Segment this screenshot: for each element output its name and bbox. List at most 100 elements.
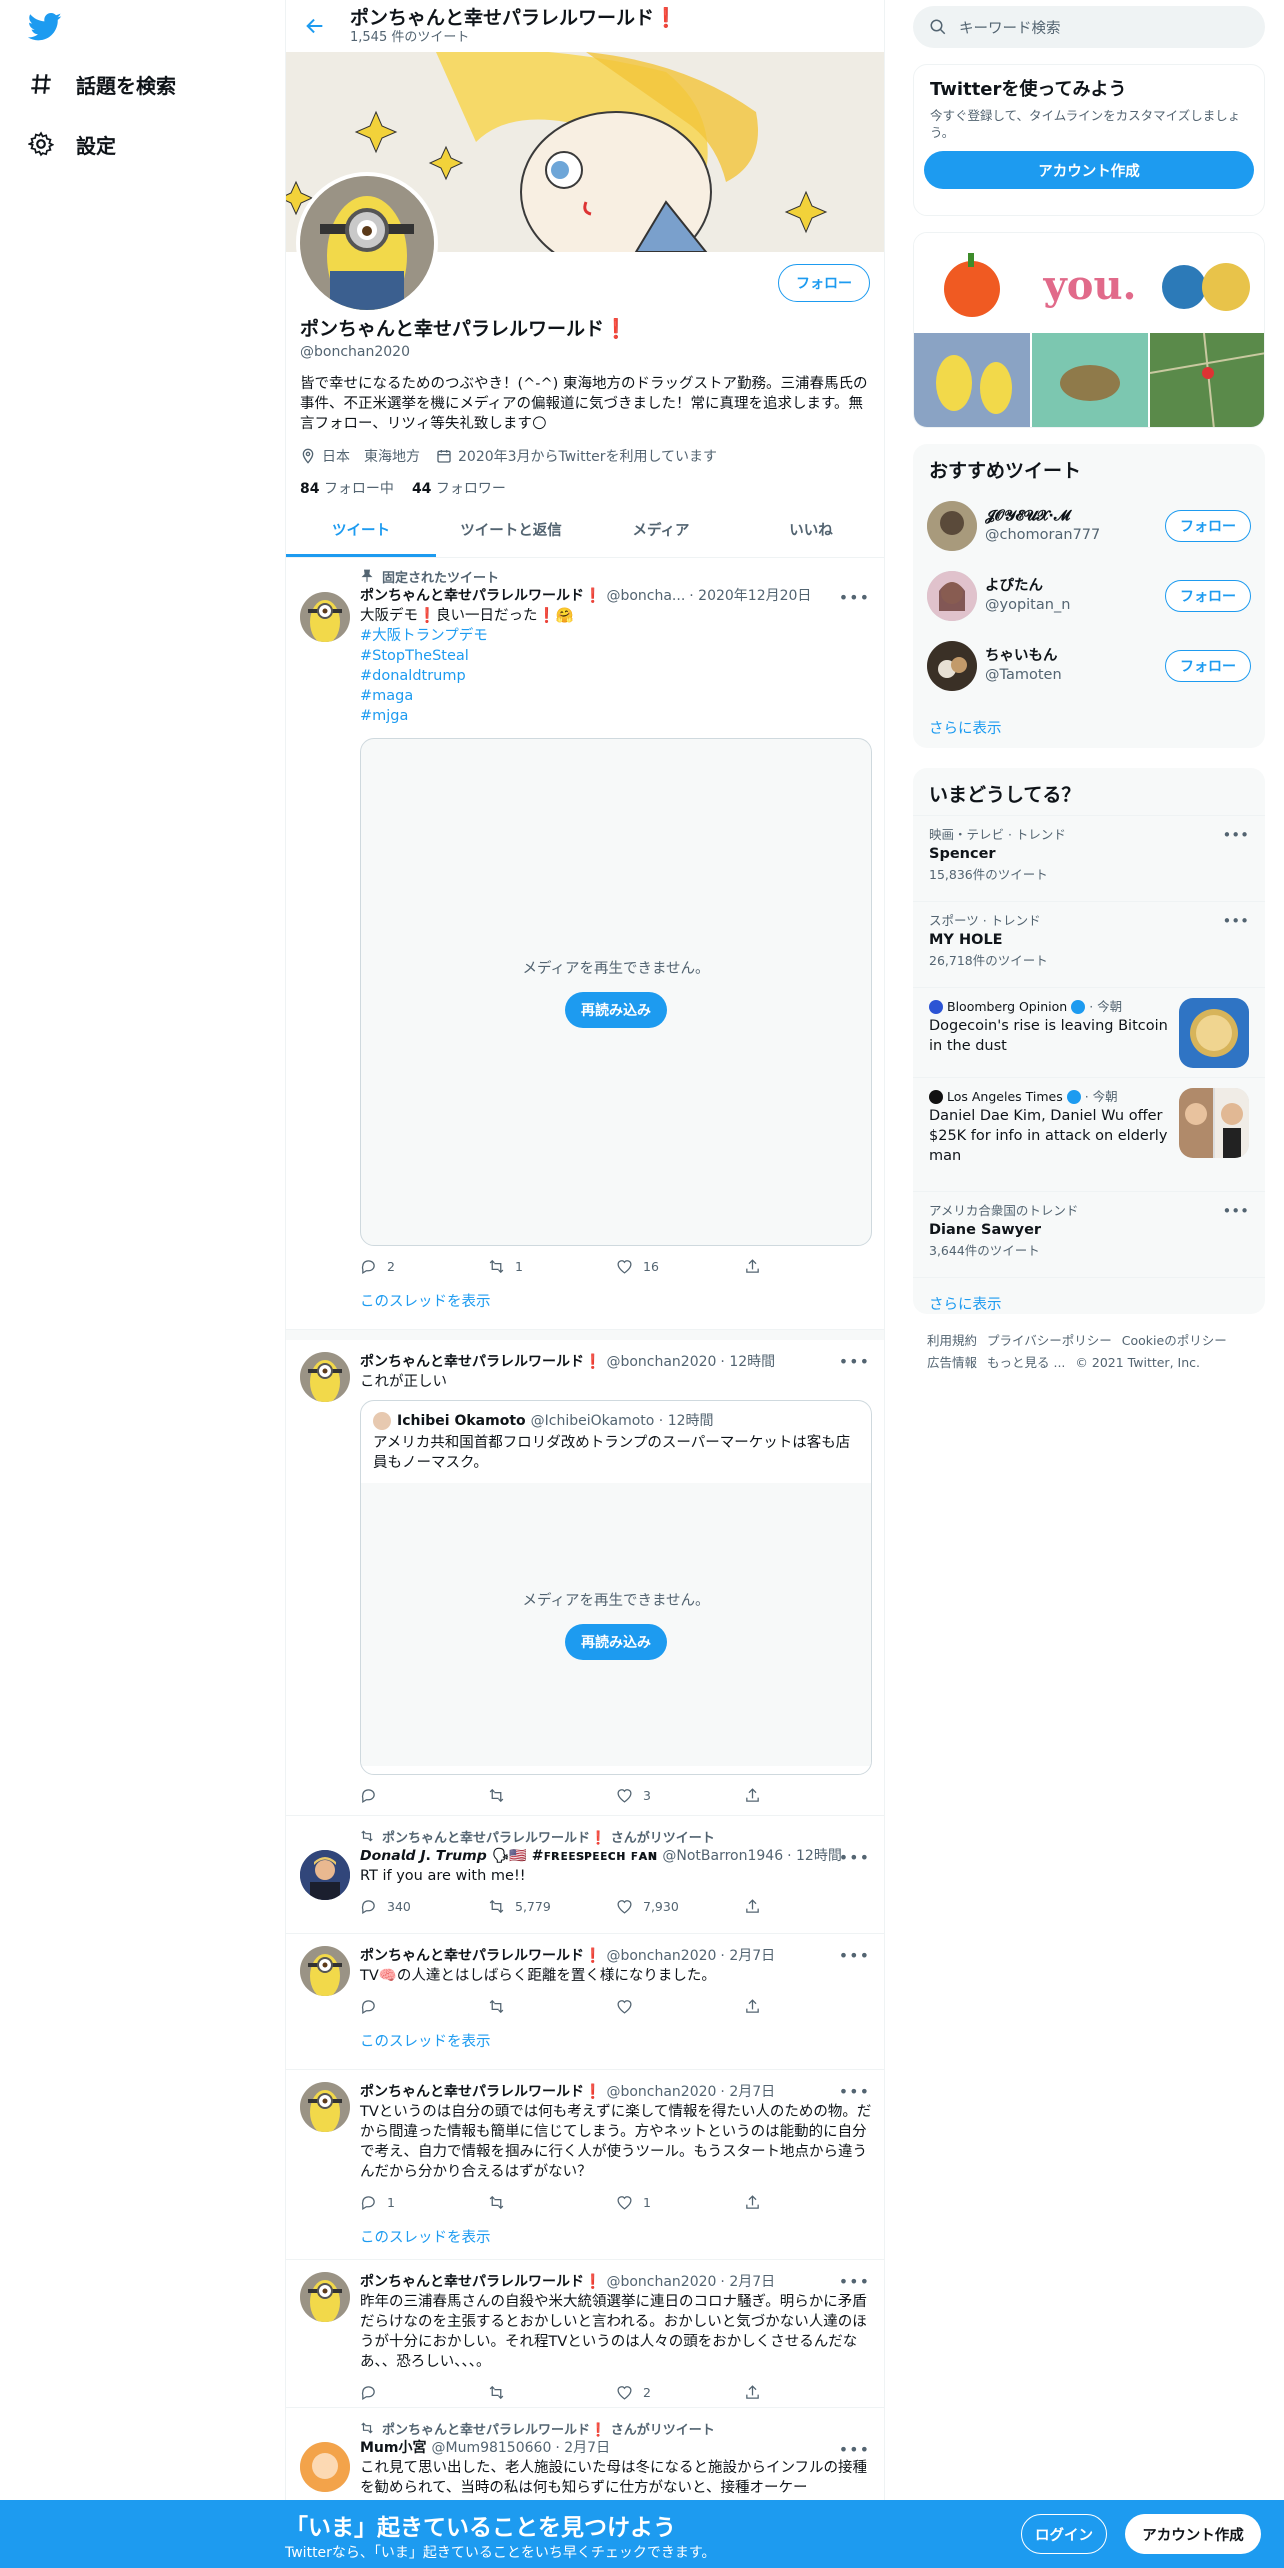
avatar[interactable] <box>300 2082 350 2132</box>
tweet-author-handle[interactable]: @bonchan2020 <box>606 2272 716 2292</box>
recommended-user[interactable]: ちゃいもん @Tamoten フォロー <box>913 631 1265 701</box>
more-options-icon[interactable]: ••• <box>839 588 870 607</box>
avatar[interactable] <box>300 1946 350 1996</box>
nav-settings[interactable]: 設定 <box>28 124 116 164</box>
tweet-author-name[interactable]: ポンちゃんと幸せパラレルワールド❗ <box>360 586 601 606</box>
retweet-button[interactable] <box>488 2194 616 2211</box>
like-button[interactable]: 1 <box>616 2194 744 2211</box>
tweet-author-handle[interactable]: @bonchan2020 <box>606 2082 716 2102</box>
like-button[interactable]: 3 <box>616 1787 744 1804</box>
retweet-button[interactable] <box>488 2384 616 2401</box>
hashtag-link[interactable]: #大阪トランプデモ <box>360 626 872 646</box>
tab-tweets[interactable]: ツイート <box>286 502 436 557</box>
retweet-button[interactable]: 1 <box>488 1258 616 1275</box>
show-thread-link[interactable]: このスレッドを表示 <box>360 2228 872 2248</box>
avatar[interactable] <box>300 1850 350 1900</box>
reply-button[interactable]: 340 <box>360 1898 488 1915</box>
avatar[interactable] <box>300 1352 350 1402</box>
tweet-author-handle[interactable]: @NotBarron1946 <box>662 1846 783 1866</box>
trend-item[interactable]: アメリカ合衆国のトレンド Diane Sawyer 3,644件のツイート ••… <box>913 1191 1265 1277</box>
tweet[interactable]: ポンちゃんと幸せパラレルワールド❗ @bonchan2020 · 12時間 ••… <box>286 1330 884 1816</box>
search-box[interactable]: キーワード検索 <box>913 6 1265 48</box>
share-button[interactable] <box>744 1998 872 2015</box>
reply-button[interactable] <box>360 1787 488 1804</box>
follow-button[interactable]: フォロー <box>1165 650 1251 682</box>
tweet-author-name[interactable]: ポンちゃんと幸せパラレルワールド❗ <box>360 1946 601 1966</box>
tab-media[interactable]: メディア <box>586 502 736 557</box>
news-item[interactable]: Los Angeles Times · 今朝 Daniel Dae Kim, Da… <box>913 1077 1265 1191</box>
tweet-time[interactable]: · 2月7日 <box>720 1946 775 1966</box>
tweet-retweeted[interactable]: ポンちゃんと幸せパラレルワールド❗ さんがリツイート 𝘿𝙤𝙣𝙖𝙡𝙙 𝙅. 𝙏𝙧𝙪… <box>286 1816 884 1934</box>
recommended-user[interactable]: よぴたん @yopitan_n フォロー <box>913 561 1265 631</box>
tweet[interactable]: ポンちゃんと幸せパラレルワールド❗ @bonchan2020 · 2月7日 ••… <box>286 2070 884 2260</box>
like-button[interactable] <box>616 1998 744 2015</box>
tweet-author-handle[interactable]: @bonchan2020 <box>606 1352 716 1372</box>
retweet-button[interactable] <box>488 1998 616 2015</box>
more-options-icon[interactable]: ••• <box>839 1352 870 1371</box>
like-button[interactable]: 2 <box>616 2384 744 2401</box>
tweet-pinned[interactable]: 固定されたツイート ポンちゃんと幸せパラレルワールド❗ @boncha... ·… <box>286 558 884 1330</box>
hashtag-link[interactable]: #donaldtrump <box>360 666 872 686</box>
twitter-logo-icon[interactable] <box>28 12 62 42</box>
tweet-author-handle[interactable]: @boncha... <box>606 586 685 606</box>
like-button[interactable]: 16 <box>616 1258 744 1275</box>
tab-tweets-and-replies[interactable]: ツイートと返信 <box>436 502 586 557</box>
tweet-author-name[interactable]: 𝘿𝙤𝙣𝙖𝙡𝙙 𝙅. 𝙏𝙧𝙪𝙢𝙥 🗣🇺🇸 #ꜰʀᴇᴇꜱᴘᴇᴇᴄʜ ꜰᴀɴ <box>360 1846 657 1866</box>
tweet-time[interactable]: · 2月7日 <box>720 2082 775 2102</box>
footer-ads-link[interactable]: 広告情報 <box>927 1355 977 1370</box>
nav-explore[interactable]: 話題を検索 <box>28 64 176 104</box>
back-arrow-icon[interactable] <box>304 15 326 37</box>
more-options-icon[interactable]: ••• <box>1222 912 1249 930</box>
search-input[interactable]: キーワード検索 <box>959 17 1061 38</box>
retweet-button[interactable]: 5,779 <box>488 1898 616 1915</box>
following-link[interactable]: 84 フォロー中 <box>300 478 394 498</box>
tweet-time[interactable]: · 12時間 <box>787 1846 842 1866</box>
reload-button[interactable]: 再読み込み <box>565 991 667 1028</box>
hashtag-link[interactable]: #maga <box>360 686 872 706</box>
show-more-link[interactable]: さらに表示 <box>913 701 1265 748</box>
news-item[interactable]: Bloomberg Opinion · 今朝 Dogecoin's rise is… <box>913 987 1265 1077</box>
follow-button[interactable]: フォロー <box>1165 580 1251 612</box>
avatar[interactable] <box>300 2442 350 2492</box>
follow-button[interactable]: フォロー <box>778 264 870 302</box>
like-button[interactable]: 7,930 <box>616 1898 744 1915</box>
login-button[interactable]: ログイン <box>1021 2514 1107 2554</box>
share-button[interactable] <box>744 1258 872 1275</box>
tweet-author-name[interactable]: ポンちゃんと幸せパラレルワールド❗ <box>360 2272 601 2292</box>
reply-button[interactable]: 1 <box>360 2194 488 2211</box>
tweet-author-handle[interactable]: @Mum98150660 <box>432 2438 552 2458</box>
footer-cookie-link[interactable]: Cookieのポリシー <box>1122 1333 1227 1348</box>
followers-link[interactable]: 44 フォロワー <box>412 478 506 498</box>
follow-button[interactable]: フォロー <box>1165 510 1251 542</box>
share-button[interactable] <box>744 1787 872 1804</box>
more-options-icon[interactable]: ••• <box>1222 826 1249 844</box>
tab-likes[interactable]: いいね <box>736 502 884 557</box>
more-options-icon[interactable]: ••• <box>839 1848 870 1867</box>
show-thread-link[interactable]: このスレッドを表示 <box>360 2032 872 2052</box>
hashtag-link[interactable]: #StopTheSteal <box>360 646 872 666</box>
reload-button[interactable]: 再読み込み <box>565 1624 667 1660</box>
recommended-user[interactable]: 𝓙𝓞𝓨𝓔𝓤𝓧·𝓜 @chomoran777 フォロー <box>913 491 1265 561</box>
more-options-icon[interactable]: ••• <box>839 2440 870 2459</box>
tweet[interactable]: ポンちゃんと幸せパラレルワールド❗ @bonchan2020 · 2月7日 ••… <box>286 2260 884 2408</box>
profile-avatar[interactable] <box>296 172 438 314</box>
tweet-time[interactable]: · 2月7日 <box>555 2438 610 2458</box>
reply-button[interactable] <box>360 2384 488 2401</box>
tweet-author-handle[interactable]: @bonchan2020 <box>606 1946 716 1966</box>
hashtag-link[interactable]: #mjga <box>360 706 872 726</box>
avatar[interactable] <box>300 2272 350 2322</box>
tweet[interactable]: ポンちゃんと幸せパラレルワールド❗ @bonchan2020 · 2月7日 ••… <box>286 1934 884 2070</box>
more-options-icon[interactable]: ••• <box>1222 1202 1249 1220</box>
reply-button[interactable] <box>360 1998 488 2015</box>
share-button[interactable] <box>744 1898 872 1915</box>
quote-tweet[interactable]: Ichibei Okamoto @IchibeiOkamoto · 12時間 ア… <box>360 1400 872 1775</box>
tweet-time[interactable]: · 2020年12月20日 <box>689 586 811 606</box>
show-thread-link[interactable]: このスレッドを表示 <box>360 1292 872 1312</box>
footer-privacy-link[interactable]: プライバシーポリシー <box>987 1333 1112 1348</box>
share-button[interactable] <box>744 2194 872 2211</box>
tweet-time[interactable]: · 2月7日 <box>720 2272 775 2292</box>
tweet-author-name[interactable]: Mum小宮 <box>360 2438 427 2458</box>
footer-terms-link[interactable]: 利用規約 <box>927 1333 977 1348</box>
more-options-icon[interactable]: ••• <box>839 1946 870 1965</box>
tweet-author-name[interactable]: ポンちゃんと幸せパラレルワールド❗ <box>360 2082 601 2102</box>
